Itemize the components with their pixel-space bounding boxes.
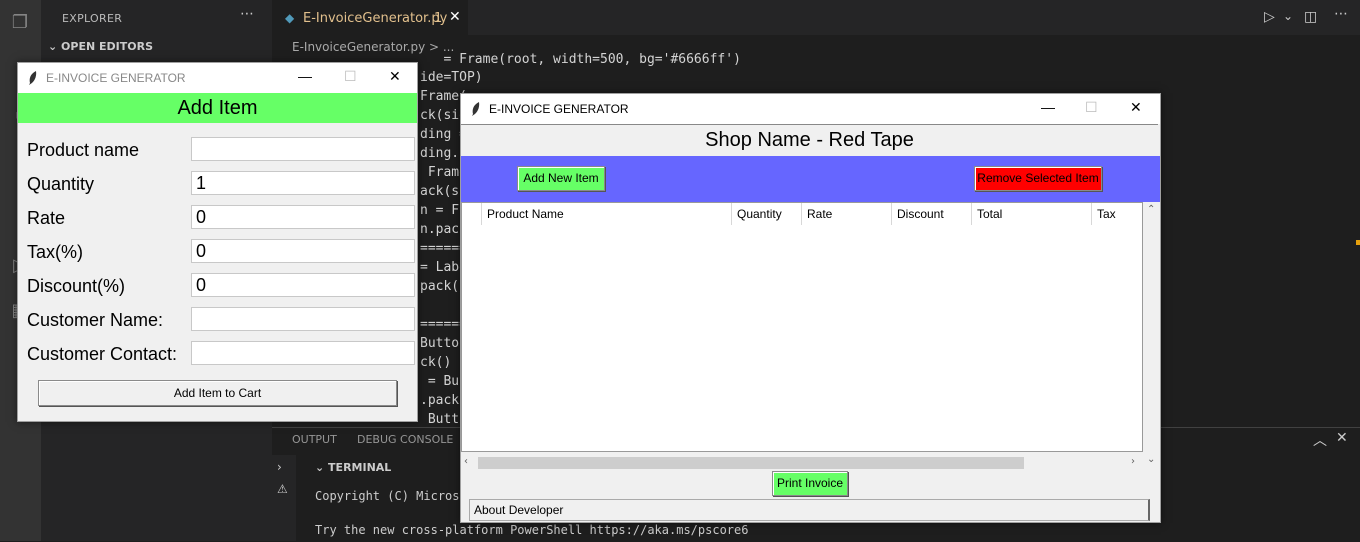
product-name-input[interactable] bbox=[191, 137, 415, 161]
add-item-titlebar[interactable]: E-INVOICE GENERATOR — ☐ ✕ bbox=[18, 63, 417, 93]
rate-label: Rate bbox=[27, 208, 66, 228]
tax-input[interactable]: 0 bbox=[191, 239, 415, 263]
window-title: E-INVOICE GENERATOR bbox=[46, 71, 186, 85]
terminal-label: TERMINAL bbox=[328, 461, 392, 474]
add-item-window: E-INVOICE GENERATOR — ☐ ✕ Add Item Produ… bbox=[17, 62, 418, 422]
editor-more-icon[interactable]: ⋯ bbox=[1334, 6, 1348, 22]
tree-column-header bbox=[462, 203, 482, 225]
customer-contact-input[interactable] bbox=[191, 341, 415, 365]
invoice-window: E-INVOICE GENERATOR — ☐ ✕ Shop Name - Re… bbox=[460, 93, 1161, 523]
tax-label: Tax(%) bbox=[27, 242, 84, 262]
add-item-to-cart-button[interactable]: Add Item to Cart bbox=[38, 380, 397, 406]
action-bar: Add New Item Remove Selected Item bbox=[461, 156, 1160, 202]
add-new-item-button[interactable]: Add New Item bbox=[517, 166, 605, 191]
tk-feather-icon bbox=[472, 102, 480, 116]
quantity-label: Quantity bbox=[27, 174, 95, 194]
maximize-panel-icon[interactable]: ︿ bbox=[1313, 430, 1327, 450]
column-header-total[interactable]: Total bbox=[972, 203, 1092, 225]
remove-selected-item-button[interactable]: Remove Selected Item bbox=[974, 166, 1102, 191]
print-invoice-button[interactable]: Print Invoice bbox=[772, 471, 848, 496]
scroll-down-icon[interactable]: ⌄ bbox=[1147, 454, 1155, 465]
scroll-left-icon[interactable]: ‹ bbox=[464, 456, 468, 467]
run-options-chevron-icon[interactable]: ⌄ bbox=[1283, 9, 1293, 23]
column-header-quantity[interactable]: Quantity bbox=[732, 203, 802, 225]
vertical-scrollbar[interactable]: ⌃ ⌄ bbox=[1143, 202, 1160, 468]
explorer-title: EXPLORER bbox=[62, 12, 123, 25]
product-name-label: Product name bbox=[27, 140, 140, 160]
add-item-header: Add Item bbox=[18, 93, 417, 123]
shop-name-heading: Shop Name - Red Tape bbox=[461, 124, 1158, 157]
warning-icon: ⚠ bbox=[277, 482, 288, 496]
customer-contact-label: Customer Contact: bbox=[27, 344, 178, 364]
open-editors-label: OPEN EDITORS bbox=[61, 40, 153, 53]
discount-label: Discount(%) bbox=[27, 276, 126, 296]
maximize-icon[interactable]: ☐ bbox=[344, 68, 357, 85]
tab-label: E-InvoiceGenerator.py bbox=[303, 11, 448, 26]
close-tab-icon[interactable]: ✕ bbox=[449, 9, 461, 25]
chevron-down-icon: ⌄ bbox=[48, 40, 62, 53]
window-title: E-INVOICE GENERATOR bbox=[489, 102, 629, 116]
quantity-input[interactable]: 1 bbox=[191, 171, 415, 195]
column-header-discount[interactable]: Discount bbox=[892, 203, 972, 225]
open-editors-header[interactable]: ⌄ OPEN EDITORS bbox=[48, 40, 153, 53]
tk-feather-icon bbox=[29, 71, 37, 85]
more-actions-icon[interactable]: ⋯ bbox=[240, 6, 254, 22]
invoice-titlebar[interactable]: E-INVOICE GENERATOR — ☐ ✕ bbox=[461, 94, 1160, 124]
customer-name-label: Customer Name: bbox=[27, 310, 164, 330]
tab-debug-console[interactable]: DEBUG CONSOLE bbox=[357, 433, 453, 446]
problem-count-badge: 1 bbox=[434, 11, 443, 26]
close-icon[interactable]: ✕ bbox=[389, 68, 401, 85]
maximize-icon[interactable]: ☐ bbox=[1085, 99, 1098, 116]
terminal-title[interactable]: ⌄ TERMINAL bbox=[315, 461, 391, 474]
code-line: ck() bbox=[420, 355, 452, 370]
column-header-product-name[interactable]: Product Name bbox=[482, 203, 732, 225]
run-icon[interactable]: ▷ bbox=[1264, 9, 1275, 25]
tab-output[interactable]: OUTPUT bbox=[292, 433, 337, 446]
explorer-icon[interactable]: ❐ bbox=[9, 12, 31, 34]
discount-input[interactable]: 0 bbox=[191, 273, 415, 297]
column-header-tax[interactable]: Tax bbox=[1092, 203, 1144, 225]
scrollbar-thumb[interactable] bbox=[478, 457, 1024, 469]
panel-side-strip bbox=[272, 455, 296, 541]
items-table[interactable]: Product Name Quantity Rate Discount Tota… bbox=[461, 202, 1143, 452]
code-line: = Frame(root, width=500, bg='#6666ff') bbox=[420, 52, 741, 67]
code-line: ide=TOP) bbox=[420, 70, 483, 85]
terminal-line: Copyright (C) Micros bbox=[315, 489, 460, 503]
chevron-right-icon[interactable]: › bbox=[277, 460, 282, 474]
rate-input[interactable]: 0 bbox=[191, 205, 415, 229]
minimize-icon[interactable]: — bbox=[1041, 99, 1055, 115]
chevron-down-icon: ⌄ bbox=[315, 461, 329, 474]
scroll-up-icon[interactable]: ⌃ bbox=[1147, 204, 1155, 215]
horizontal-scrollbar[interactable]: ‹ › bbox=[461, 454, 1143, 471]
minimize-icon[interactable]: — bbox=[298, 68, 312, 84]
close-icon[interactable]: ✕ bbox=[1130, 99, 1142, 116]
scroll-right-icon[interactable]: › bbox=[1131, 456, 1135, 467]
python-file-icon: ◆ bbox=[285, 11, 295, 25]
terminal-line: Try the new cross-platform PowerShell ht… bbox=[315, 523, 749, 537]
close-panel-icon[interactable]: ✕ bbox=[1336, 430, 1348, 446]
minimap-marker bbox=[1356, 240, 1360, 245]
column-header-rate[interactable]: Rate bbox=[802, 203, 892, 225]
about-developer-button[interactable]: About Developer bbox=[469, 499, 1150, 521]
customer-name-input[interactable] bbox=[191, 307, 415, 331]
split-editor-icon[interactable]: ◫ bbox=[1304, 9, 1317, 25]
